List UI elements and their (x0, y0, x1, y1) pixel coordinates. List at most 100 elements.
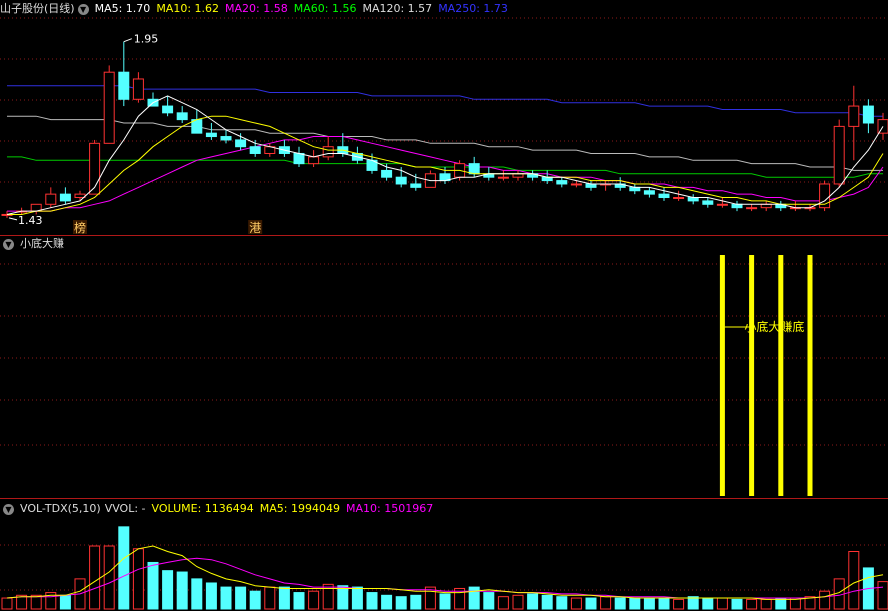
volume-ma5-label: MA5: 1994049 (259, 502, 340, 515)
dropdown-icon[interactable]: ▼ (3, 503, 14, 515)
signal-panel[interactable]: 小底大赚底 (719, 255, 813, 496)
candle-body (322, 146, 334, 158)
volume-bar (512, 594, 524, 610)
ma20-label: MA20: 1.58 (225, 2, 288, 15)
ma60-label: MA60: 1.56 (293, 2, 357, 15)
volume-bar (760, 598, 772, 610)
volume-bar (381, 594, 393, 610)
volume-header: ▼ VOL-TDX(5,10) VVOL: - VOLUME: 1136494 … (0, 501, 439, 517)
stock-title[interactable]: 山子股份(日线) (0, 1, 75, 17)
volume-bar (337, 585, 349, 610)
candle-body (59, 193, 71, 202)
candle-body (746, 207, 758, 210)
volume-bar (629, 597, 641, 610)
volume-bar (235, 586, 247, 610)
signal-bar (807, 255, 813, 496)
candle-body (220, 136, 232, 141)
volume-bar (819, 590, 831, 610)
volume-bar (600, 596, 612, 610)
signal-title[interactable]: 小底大赚 (20, 236, 64, 252)
candle-body (643, 190, 655, 195)
volume-bar (658, 597, 670, 610)
candle-body (570, 183, 582, 186)
volume-bar (556, 596, 568, 610)
volume-bar (30, 594, 42, 610)
chart-canvas[interactable]: 1.95 1.43 榜 港 小底大赚底 (0, 0, 888, 611)
volume-bar (731, 598, 743, 610)
candle-body (541, 176, 553, 182)
volume-bar (439, 593, 451, 610)
marker-text: 榜 (74, 220, 86, 235)
volume-title[interactable]: VOL-TDX(5,10) (20, 501, 101, 517)
volume-bar (395, 596, 407, 610)
price-panel[interactable]: 1.95 1.43 榜 港 (1, 33, 888, 235)
volume-bar (264, 586, 276, 610)
panel-divider[interactable] (0, 235, 888, 236)
volume-bar (220, 586, 232, 610)
candle-body (716, 203, 728, 206)
candle-body (162, 105, 174, 114)
volume-bar (308, 590, 320, 610)
stock-chart-window: 1.95 1.43 榜 港 小底大赚底 山子股份(日线) ▼ MA5: 1.70 MA… (0, 0, 888, 611)
volume-bar (746, 598, 758, 610)
candle-body (235, 139, 247, 148)
volume-bar (527, 593, 539, 610)
candle-body (45, 193, 57, 205)
volume-bar (702, 597, 714, 610)
vvol-label: VVOL: - (104, 502, 146, 515)
candle-body (308, 156, 320, 165)
candle-body (176, 112, 188, 121)
volume-bar (176, 571, 188, 610)
volume-bar (205, 582, 217, 610)
ma120-line (7, 115, 883, 171)
volume-ma10-label: MA10: 1501967 (346, 502, 434, 515)
volume-bar (1, 597, 13, 610)
volume-bar (293, 592, 305, 610)
candle-body (833, 125, 845, 185)
dropdown-icon[interactable]: ▼ (77, 3, 89, 15)
low-pointer (8, 217, 18, 221)
signal-bar (749, 255, 755, 496)
candle-body (468, 163, 480, 175)
candle-body (673, 197, 685, 200)
volume-label: VOLUME: 1136494 (151, 502, 254, 515)
candle-body (118, 71, 130, 100)
ma10-label: MA10: 1.62 (156, 2, 220, 15)
volume-bar (614, 597, 626, 610)
main-header: 山子股份(日线) ▼ MA5: 1.70 MA10: 1.62 MA20: 1.… (0, 1, 514, 17)
volume-panel[interactable] (1, 526, 888, 610)
volume-bar (673, 598, 685, 610)
volume-bar (103, 545, 115, 610)
signal-header: ▼ 小底大赚 (0, 236, 70, 252)
ma250-label: MA250: 1.73 (438, 2, 508, 15)
volume-bar (848, 550, 860, 610)
volume-bar (132, 548, 144, 610)
volume-bar (351, 586, 363, 610)
candle-body (205, 132, 217, 138)
volume-bar (278, 586, 290, 610)
volume-bar (687, 596, 699, 610)
volume-bar (89, 545, 101, 610)
candle-body (381, 169, 393, 178)
volume-bar (147, 561, 159, 610)
volume-bar (716, 597, 728, 610)
signal-text: 小底大赚底 (744, 319, 804, 334)
volume-bar (877, 581, 888, 610)
dropdown-icon[interactable]: ▼ (3, 238, 14, 250)
candle-body (658, 193, 670, 199)
candle-body (862, 105, 874, 124)
volume-bar (585, 597, 597, 610)
high-label: 1.95 (134, 33, 159, 46)
candle-body (848, 105, 860, 127)
volume-bar (483, 592, 495, 610)
ma120-label: MA120: 1.57 (362, 2, 433, 15)
volume-bar (191, 578, 203, 610)
ma5-label: MA5: 1.70 (94, 2, 151, 15)
signal-bar (778, 255, 784, 496)
candle-body (512, 173, 524, 178)
volume-bar (410, 594, 422, 610)
candle-body (395, 176, 407, 185)
volume-bar (570, 597, 582, 610)
panel-divider[interactable] (0, 498, 888, 499)
low-label: 1.43 (18, 214, 43, 227)
